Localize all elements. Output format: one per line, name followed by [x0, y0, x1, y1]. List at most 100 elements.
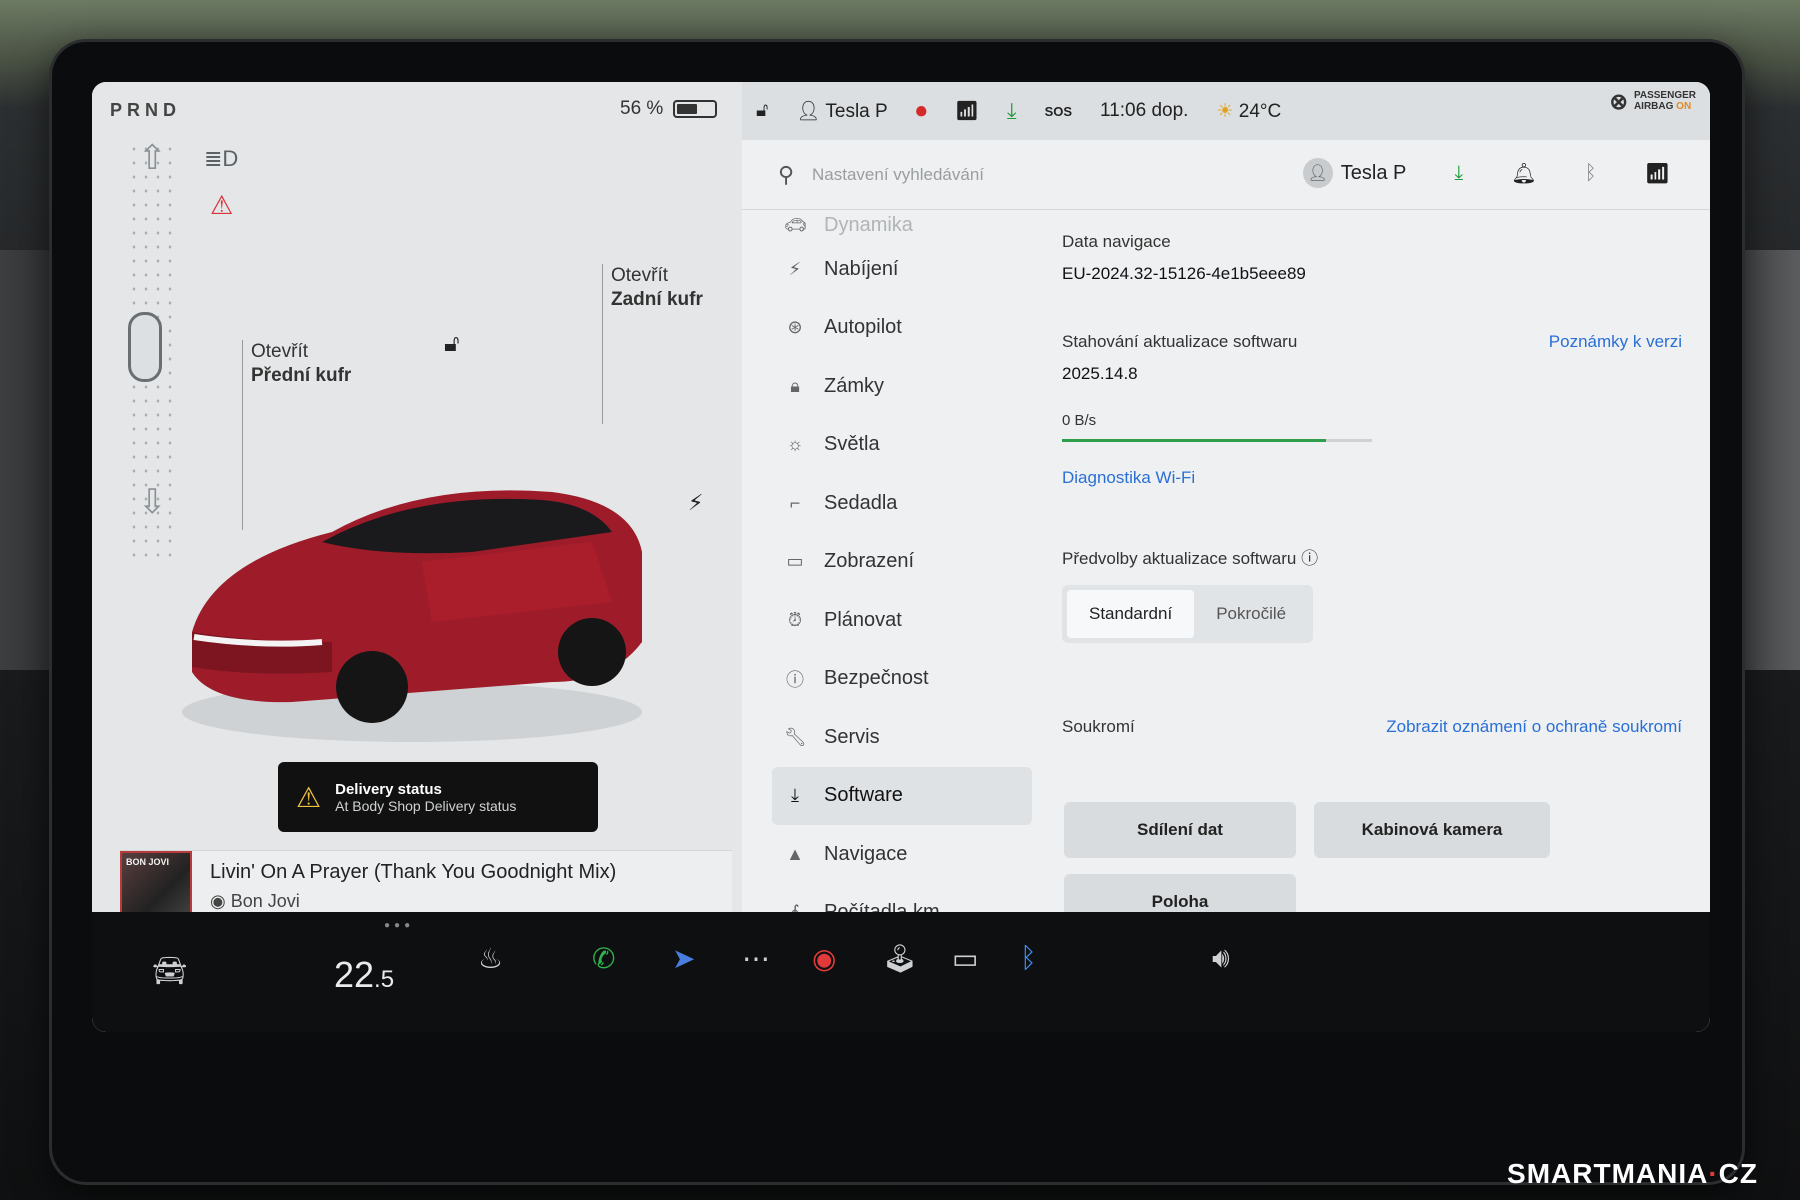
- sidebar-item[interactable]: ▭ Zobrazení: [772, 533, 1032, 592]
- wifi-icon: 📶︎: [954, 101, 979, 122]
- media-app-icon[interactable]: ◉: [812, 942, 836, 975]
- sidebar-item-label: Zámky: [824, 374, 884, 397]
- car-render[interactable]: [172, 442, 652, 742]
- cabin-camera-button[interactable]: Kabinová kamera: [1314, 802, 1550, 858]
- update-prefs-label: Předvolby aktualizace softwaru ⓘ: [1062, 544, 1682, 569]
- phone-icon[interactable]: ✆: [592, 942, 615, 975]
- privacy-row: Soukromí Zobrazit oznámení o ochraně sou…: [1062, 717, 1682, 737]
- update-download-label: Stahování aktualizace softwaru: [1062, 332, 1298, 351]
- rear-trunk-control[interactable]: Otevřít Zadní kufr: [602, 264, 703, 424]
- bluetooth-app-icon[interactable]: ᛒ: [1020, 942, 1037, 974]
- volume-icon[interactable]: 🔊︎: [1212, 942, 1230, 975]
- status-profile[interactable]: 👤︎ Tesla P: [796, 99, 887, 123]
- profile-button[interactable]: 👤︎ Tesla P: [1302, 158, 1406, 188]
- status-profile-name: Tesla P: [825, 101, 888, 122]
- info-icon[interactable]: ⓘ: [1301, 549, 1318, 568]
- navigation-app-icon[interactable]: ➤: [672, 942, 695, 975]
- info-circle-icon: ⓘ: [786, 669, 804, 690]
- charge-port-icon[interactable]: ⚡︎: [688, 490, 703, 516]
- update-version: 2025.14.8: [1062, 364, 1138, 383]
- touchscreen: PRND 56 % ⇧ ⇩ ≣D ⚠ Otevřít Přední kufr O…: [92, 82, 1710, 1032]
- front-trunk-action: Otevřít: [251, 341, 309, 362]
- headlight-icon: ≣D: [204, 146, 239, 171]
- sidebar-item-label: Zobrazení: [824, 550, 915, 573]
- unlock-icon[interactable]: 🔓︎: [444, 330, 460, 358]
- sidebar-item-label: Sedadla: [824, 491, 898, 514]
- clock: 11:06 dop.: [1100, 100, 1189, 121]
- seat-heater-icon[interactable]: ♨: [478, 942, 503, 975]
- outside-temp: 24°C: [1238, 100, 1282, 122]
- more-apps-icon[interactable]: ⋯: [742, 942, 770, 975]
- steering-wheel-icon: ⊛: [787, 317, 803, 338]
- wifi-diagnostics-link[interactable]: Diagnostika Wi-Fi: [1062, 468, 1682, 488]
- settings-nav: 🚗︎ Dynamika ⚡︎ Nabíjení ⊛ Autopilot 🔒︎ Zámky ☼ Sv…: [772, 210, 1032, 942]
- seat-icon: ⌐: [789, 492, 801, 513]
- sidebar-item[interactable]: 🔒︎ Zámky: [772, 357, 1032, 416]
- bell-icon[interactable]: 🔔︎: [1511, 161, 1536, 186]
- sidebar-item[interactable]: ☼ Světla: [772, 416, 1032, 475]
- sidebar-item-label: Navigace: [824, 842, 908, 865]
- sidebar-item-label: Software: [824, 784, 903, 807]
- arrow-down-icon[interactable]: ⇩: [138, 482, 167, 522]
- sidebar-item-label: Dynamika: [824, 213, 913, 236]
- arrow-up-icon[interactable]: ⇧: [138, 138, 167, 178]
- delivery-subtitle: At Body Shop Delivery status: [335, 797, 517, 814]
- bottom-dock: ●●● 🚘︎ 22.5 ♨ ✆ ➤ ⋯ ◉ 🕹︎ ▭ ᛒ 🔊︎: [92, 912, 1710, 1032]
- data-sharing-button[interactable]: Sdílení dat: [1064, 802, 1296, 858]
- photo-stage: PRND 56 % ⇧ ⇩ ≣D ⚠ Otevřít Přední kufr O…: [0, 0, 1800, 1200]
- privacy-notice-link[interactable]: Zobrazit oznámení o ochraně soukromí: [1386, 717, 1682, 737]
- watermark-name: SMARTMANIA: [1507, 1158, 1709, 1189]
- gear-selector[interactable]: PRND: [110, 100, 181, 121]
- sidebar-item[interactable]: ⊛ Autopilot: [772, 299, 1032, 358]
- download-icon[interactable]: ⤓: [1454, 162, 1463, 185]
- bolt-icon: ⚡︎: [788, 258, 802, 279]
- sidebar-item[interactable]: ▲ Navigace: [772, 825, 1032, 884]
- search-icon: ⚲: [778, 162, 795, 187]
- delivery-status-toast[interactable]: ⚠ Delivery status At Body Shop Delivery …: [278, 762, 598, 832]
- sidebar-item[interactable]: ⓘ Bezpečnost: [772, 650, 1032, 709]
- navigation-arrow-icon: ▲: [786, 843, 804, 864]
- vehicle-panel: PRND 56 % ⇧ ⇩ ≣D ⚠ Otevřít Přední kufr O…: [92, 82, 742, 1032]
- sidebar-item[interactable]: ⏰︎ Plánovat: [772, 591, 1032, 650]
- car-icon: 🚗︎: [784, 214, 807, 235]
- watermark: SMARTMANIA·CZ: [1507, 1158, 1758, 1190]
- privacy-label: Soukromí: [1062, 717, 1135, 736]
- update-pref-option[interactable]: Pokročilé: [1194, 590, 1308, 638]
- dashcam-record-icon[interactable]: ⏺: [916, 98, 927, 124]
- nav-data-label: Data navigace: [1062, 232, 1171, 251]
- wifi-icon[interactable]: 📶︎: [1645, 161, 1670, 186]
- album-art-text: BON JOVI: [126, 857, 170, 867]
- watermark-separator: ·: [1708, 1158, 1719, 1189]
- screen-app-icon[interactable]: ▭: [952, 942, 978, 975]
- settings-search-input[interactable]: [812, 160, 1232, 190]
- car-top-view-icon[interactable]: [128, 312, 162, 382]
- download-speed: 0 B/s: [1062, 412, 1097, 429]
- page-dots: ●●●: [384, 920, 415, 931]
- sidebar-item[interactable]: ⤓ Software: [772, 766, 1032, 825]
- wrench-icon: 🔧︎: [784, 726, 807, 747]
- weather: ☀ 24°C: [1216, 100, 1281, 123]
- settings-header: ⚲ 👤︎ Tesla P ⤓ 🔔︎ ᛒ 📶︎: [742, 140, 1710, 210]
- airbag-line1: PASSENGER: [1633, 90, 1696, 101]
- download-icon[interactable]: ⤓: [1007, 98, 1017, 124]
- status-bar: 🔓︎ 👤︎ Tesla P ⏺ 📶︎ ⤓ SOS 11:06 dop. ☀ 24…: [742, 82, 1710, 140]
- update-pref-option[interactable]: Standardní: [1067, 590, 1195, 638]
- sos-icon[interactable]: SOS: [1045, 104, 1072, 119]
- download-progress: [1062, 439, 1372, 442]
- car-icon[interactable]: 🚘︎: [152, 954, 188, 987]
- sidebar-item[interactable]: 🔧︎ Servis: [772, 708, 1032, 767]
- settings-panel: ⚲ 👤︎ Tesla P ⤓ 🔔︎ ᛒ 📶︎ 🚗︎ Dynamika ⚡︎ Nabíje…: [742, 140, 1710, 1032]
- release-notes-link[interactable]: Poznámky k verzi: [1549, 332, 1682, 352]
- cabin-temp[interactable]: 22.5: [334, 954, 394, 996]
- sidebar-item[interactable]: 🚗︎ Dynamika: [772, 210, 1032, 240]
- software-content: Data navigace EU-2024.32-15126-4e1b5eee8…: [1062, 232, 1682, 737]
- header-actions: 👤︎ Tesla P ⤓ 🔔︎ ᛒ 📶︎: [1302, 158, 1670, 188]
- update-prefs-toggle: Standardní Pokročilé: [1062, 585, 1314, 643]
- lock-icon[interactable]: 🔓︎: [756, 100, 768, 122]
- joystick-icon[interactable]: 🕹︎: [882, 942, 918, 975]
- sun-icon: ☀: [1216, 100, 1234, 122]
- sidebar-item[interactable]: ⚡︎ Nabíjení: [772, 240, 1032, 299]
- bluetooth-icon[interactable]: ᛒ: [1585, 162, 1597, 185]
- delivery-title: Delivery status: [335, 780, 442, 798]
- sidebar-item[interactable]: ⌐ Sedadla: [772, 474, 1032, 533]
